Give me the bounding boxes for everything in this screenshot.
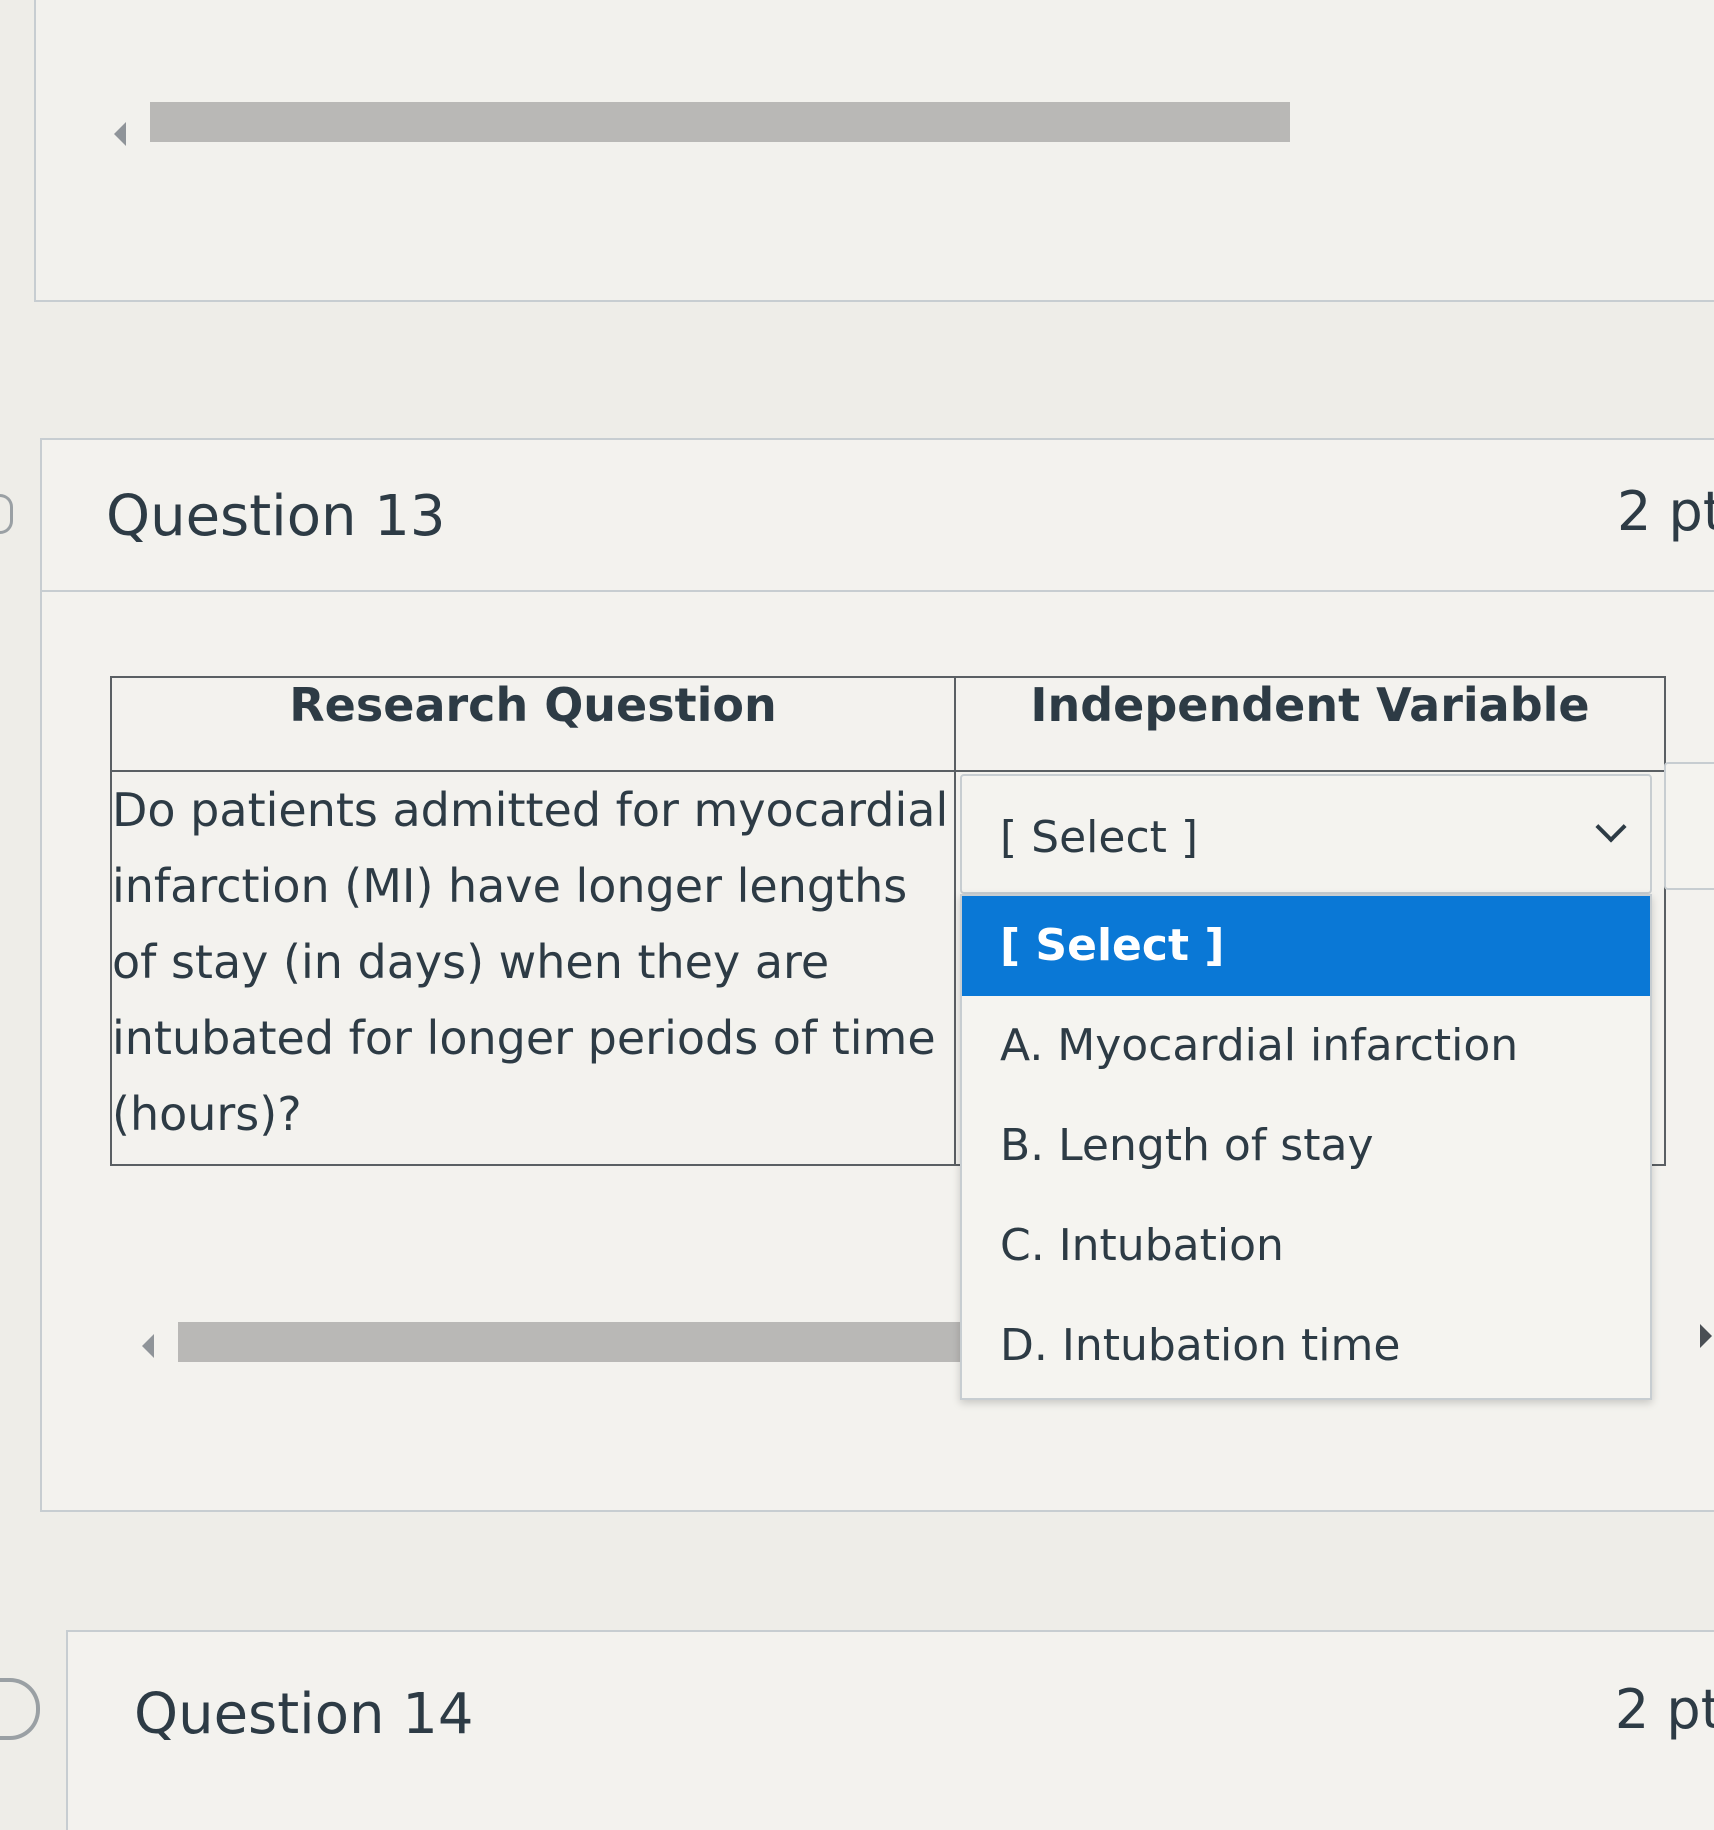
chevron-down-icon[interactable] <box>1595 811 1627 843</box>
column-header-independent-variable: Independent Variable <box>954 676 1666 772</box>
question-points: 2 pts <box>1614 1678 1714 1741</box>
dropdown-option-select[interactable]: [ Select ] <box>962 896 1650 996</box>
next-column-select[interactable] <box>1664 762 1714 890</box>
independent-variable-select[interactable]: [ Select ] <box>960 774 1652 894</box>
column-header-research-question: Research Question <box>110 676 956 772</box>
select-dropdown-list: [ Select ] A. Myocardial infarction B. L… <box>960 894 1652 1400</box>
previous-question-card <box>34 0 1714 302</box>
scroll-left-arrow-icon[interactable] <box>142 1334 154 1358</box>
question-title: Question 14 <box>134 1682 474 1747</box>
question-14-card: Question 14 2 pts <box>66 1630 1714 1830</box>
question-title: Question 13 <box>106 484 446 549</box>
dropdown-option-b[interactable]: B. Length of stay <box>962 1096 1650 1196</box>
dropdown-option-c[interactable]: C. Intubation <box>962 1196 1650 1296</box>
question-points: 2 pt <box>1617 480 1714 543</box>
question-flag-icon[interactable] <box>0 1678 40 1740</box>
dropdown-option-d[interactable]: D. Intubation time <box>962 1296 1650 1396</box>
table-horizontal-scrollbar-thumb[interactable] <box>178 1322 968 1362</box>
dropdown-option-a[interactable]: A. Myocardial infarction <box>962 996 1650 1096</box>
question-flag-icon[interactable] <box>0 494 13 534</box>
horizontal-scrollbar-thumb[interactable] <box>150 102 1290 142</box>
scroll-right-arrow-icon[interactable] <box>1700 1324 1712 1348</box>
select-current-value: [ Select ] <box>1000 812 1199 863</box>
question-header: Question 13 2 pt <box>42 440 1714 592</box>
research-question-text: Do patients admitted for myocardial infa… <box>110 770 956 1166</box>
table-header-row: Research Question Independent Variable <box>110 676 1666 772</box>
scroll-left-arrow-icon[interactable] <box>114 122 126 146</box>
